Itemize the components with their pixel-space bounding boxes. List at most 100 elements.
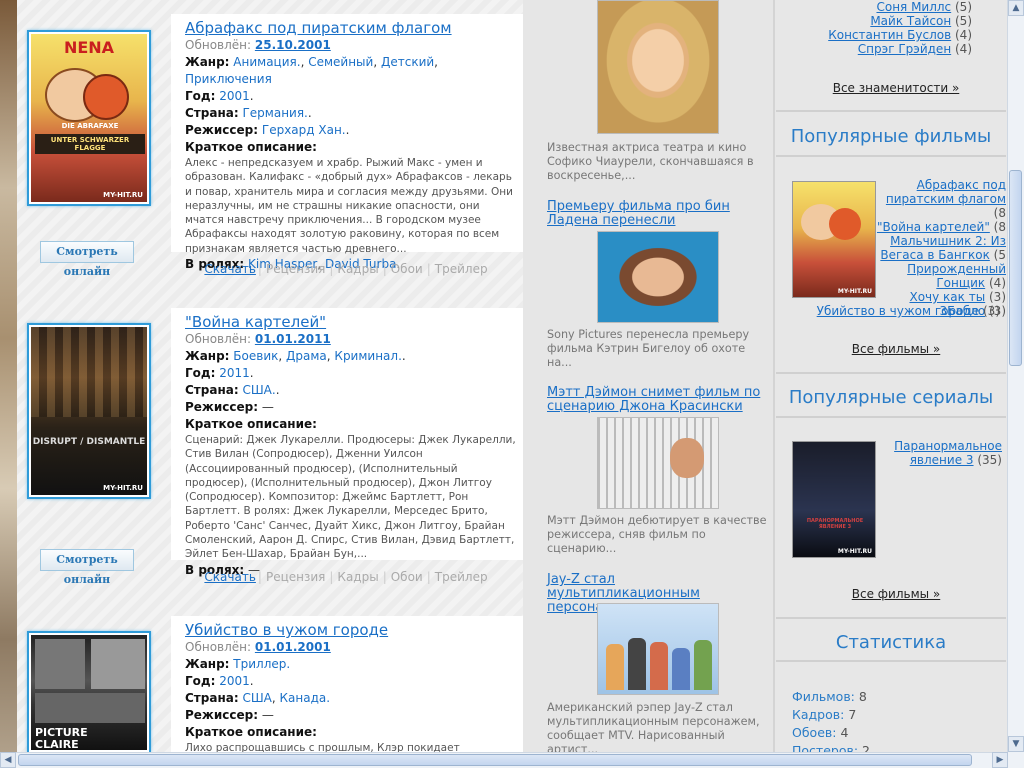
year-link[interactable]: 2001 bbox=[219, 89, 250, 103]
country-link[interactable]: Канада. bbox=[280, 691, 331, 705]
director-link[interactable]: Герхард Хан. bbox=[262, 123, 346, 137]
updated-date-link[interactable]: 01.01.2001 bbox=[255, 640, 331, 654]
news-summary: Sony Pictures перенесла премьеру фильма … bbox=[547, 328, 750, 369]
popular-series-poster[interactable]: ПАРАНОРМАЛЬНОЕ ЯВЛЕНИЕ 3 MY-HIT.RU bbox=[792, 441, 876, 558]
scroll-up-arrow-icon[interactable]: ▲ bbox=[1008, 0, 1024, 16]
popular-films-heading: Популярные фильмы bbox=[790, 126, 992, 147]
celeb-link[interactable]: Константин Буслов bbox=[828, 28, 951, 42]
genre-link[interactable]: Триллер. bbox=[233, 657, 290, 671]
popular-film-link[interactable]: Хочу как ты bbox=[909, 290, 985, 304]
country-label: Страна: bbox=[185, 106, 239, 120]
year-label: Год: bbox=[185, 366, 216, 380]
scroll-down-arrow-icon[interactable]: ▼ bbox=[1008, 736, 1024, 752]
list-item: Спрэг Грэйден (4) bbox=[857, 42, 972, 56]
background-image-strip bbox=[0, 0, 17, 752]
stat-row: Постеров: 2 bbox=[792, 743, 870, 752]
scrollbar-corner bbox=[1008, 752, 1024, 768]
divider bbox=[776, 372, 1006, 374]
year-link[interactable]: 2011 bbox=[219, 366, 250, 380]
movie-title-link[interactable]: "Война картелей" bbox=[185, 313, 523, 331]
movie-description: Сценарий: Джек Лукарелли. Продюсеры: Дже… bbox=[185, 434, 516, 561]
trailer-link[interactable]: Трейлер bbox=[433, 262, 490, 276]
director-value: — bbox=[261, 708, 274, 722]
genre-link[interactable]: Анимация. bbox=[233, 55, 300, 69]
movie-poster: DISRUPT / DISMANTLE MY-HIT.RU bbox=[31, 327, 147, 495]
popular-film-link[interactable]: Мальчишник 2: Из Вегаса в Бангкок bbox=[880, 234, 1006, 262]
genre-link[interactable]: Приключения bbox=[185, 72, 272, 86]
director-value: — bbox=[261, 400, 274, 414]
movie-poster-link[interactable]: NENA DIE ABRAFAXE UNTER SCHWARZER FLAGGE… bbox=[27, 30, 151, 206]
scroll-left-arrow-icon[interactable]: ◀ bbox=[0, 752, 16, 768]
frames-link[interactable]: Кадры bbox=[335, 570, 380, 584]
list-item: Абрафакс под пиратским флагом (8 bbox=[885, 178, 1006, 220]
popular-film-link[interactable]: Убийство в чужом городе bbox=[817, 304, 980, 318]
watch-online-button[interactable]: Смотреть онлайн bbox=[40, 241, 134, 278]
download-link[interactable]: Скачать bbox=[204, 262, 256, 276]
review-link[interactable]: Рецензия bbox=[264, 262, 327, 276]
movie-title-link[interactable]: Абрафакс под пиратским флагом bbox=[185, 19, 523, 37]
genre-link[interactable]: Семейный bbox=[308, 55, 373, 69]
movie-poster: NENA DIE ABRAFAXE UNTER SCHWARZER FLAGGE… bbox=[31, 34, 147, 202]
genre-label: Жанр: bbox=[185, 349, 230, 363]
news-summary: Известная актриса театра и кино Софико Ч… bbox=[547, 141, 754, 182]
genre-link[interactable]: Криминал. bbox=[334, 349, 401, 363]
genre-link[interactable]: Детский bbox=[381, 55, 434, 69]
movie-info-3: Убийство в чужом городе Обновлён: 01.01.… bbox=[171, 616, 523, 768]
wallpapers-link[interactable]: Обои bbox=[389, 262, 425, 276]
popular-film-poster[interactable]: MY-HIT.RU bbox=[792, 181, 876, 298]
year-label: Год: bbox=[185, 89, 216, 103]
news-image[interactable] bbox=[597, 603, 719, 695]
popular-series-heading: Популярные сериалы bbox=[788, 387, 994, 408]
trailer-link[interactable]: Трейлер bbox=[433, 570, 490, 584]
movie-poster-link[interactable]: DISRUPT / DISMANTLE MY-HIT.RU bbox=[27, 323, 151, 499]
country-link[interactable]: Германия. bbox=[242, 106, 307, 120]
country-link[interactable]: США bbox=[242, 691, 271, 705]
all-films-link[interactable]: Все фильмы » bbox=[852, 342, 941, 356]
divider bbox=[776, 155, 1006, 157]
list-item: Хочу как ты (3) bbox=[909, 290, 1006, 304]
poster-watermark: MY-HIT.RU bbox=[103, 484, 143, 492]
news-summary: Мэтт Дэймон дебютирует в качестве режисс… bbox=[547, 514, 767, 555]
review-link[interactable]: Рецензия bbox=[264, 570, 327, 584]
popular-films-list: Абрафакс под пиратским флагом (8 "Война … bbox=[876, 178, 1006, 318]
list-item: Соня Миллс (5) bbox=[876, 0, 972, 14]
celeb-link[interactable]: Майк Тайсон bbox=[870, 14, 951, 28]
movie-poster: PICTURE CLAIRE bbox=[31, 635, 147, 750]
news-image[interactable] bbox=[597, 231, 719, 323]
scroll-right-arrow-icon[interactable]: ▶ bbox=[992, 752, 1008, 768]
popular-film-link[interactable]: "Война картелей" bbox=[877, 220, 990, 234]
news-image[interactable] bbox=[597, 417, 719, 509]
updated-date-link[interactable]: 01.01.2011 bbox=[255, 332, 331, 346]
country-label: Страна: bbox=[185, 691, 239, 705]
horizontal-scroll-thumb[interactable] bbox=[18, 754, 972, 766]
news-image[interactable] bbox=[597, 0, 719, 134]
news-title-link[interactable]: Премьеру фильма про бин Ладена перенесли bbox=[547, 200, 765, 228]
movie-poster-link[interactable]: PICTURE CLAIRE bbox=[27, 631, 151, 752]
updated-label: Обновлён: bbox=[185, 38, 252, 52]
divider bbox=[776, 617, 1006, 619]
all-series-link[interactable]: Все фильмы » bbox=[852, 587, 941, 601]
poster-caption: NENA bbox=[63, 38, 115, 57]
vertical-scroll-thumb[interactable] bbox=[1009, 170, 1022, 366]
celeb-link[interactable]: Соня Миллс bbox=[876, 0, 951, 14]
genre-link[interactable]: Боевик bbox=[233, 349, 278, 363]
genre-label: Жанр: bbox=[185, 657, 230, 671]
movie-actions: Скачать | Рецензия | Кадры | Обои | Трейлер bbox=[204, 570, 490, 584]
updated-date-link[interactable]: 25.10.2001 bbox=[255, 38, 331, 52]
genre-link[interactable]: Драма bbox=[286, 349, 327, 363]
country-link[interactable]: США. bbox=[242, 383, 275, 397]
celeb-link[interactable]: Спрэг Грэйден bbox=[858, 42, 951, 56]
list-item: Убийство в чужом городе (3) bbox=[816, 304, 1000, 318]
stats-heading: Статистика bbox=[835, 632, 947, 653]
movie-title-link[interactable]: Убийство в чужом городе bbox=[185, 621, 523, 639]
download-link[interactable]: Скачать bbox=[204, 570, 256, 584]
watch-online-button[interactable]: Смотреть онлайн bbox=[40, 549, 134, 586]
vertical-scrollbar[interactable] bbox=[1007, 0, 1024, 752]
wallpapers-link[interactable]: Обои bbox=[389, 570, 425, 584]
all-celebs-link[interactable]: Все знаменитости » bbox=[833, 81, 960, 95]
poster-watermark: MY-HIT.RU bbox=[103, 191, 143, 199]
year-link[interactable]: 2001 bbox=[219, 674, 250, 688]
popular-film-link[interactable]: Абрафакс под пиратским флагом bbox=[886, 178, 1006, 206]
frames-link[interactable]: Кадры bbox=[335, 262, 380, 276]
news-title-link[interactable]: Мэтт Дэймон снимет фильм по сценарию Джо… bbox=[547, 386, 765, 414]
